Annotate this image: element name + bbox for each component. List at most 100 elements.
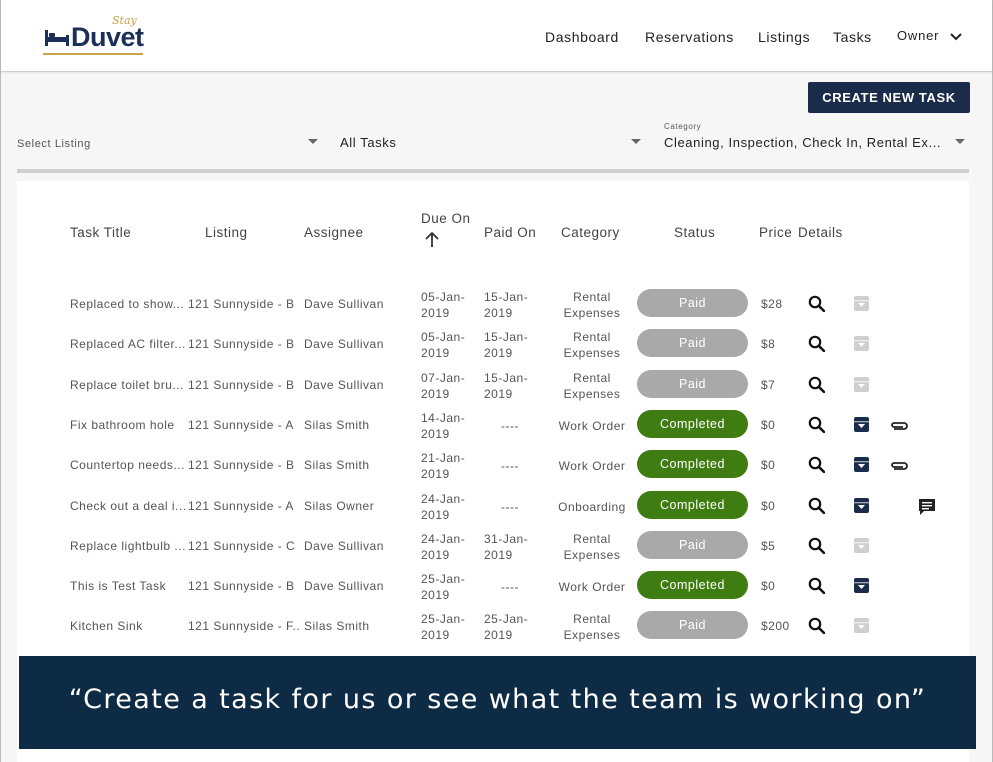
task-title[interactable]: Kitchen Sink <box>70 619 188 633</box>
paid-date-line1: 25-Jan- <box>484 612 529 627</box>
task-title[interactable]: Replaced AC filter... <box>70 337 188 351</box>
caret-down-icon <box>631 139 641 144</box>
task-title[interactable]: This is Test Task <box>70 579 188 593</box>
archive-icon[interactable] <box>853 497 870 519</box>
nav-reservations[interactable]: Reservations <box>645 29 734 45</box>
user-menu[interactable]: Owner <box>897 28 962 44</box>
paperclip-icon[interactable] <box>889 459 909 477</box>
search-icon[interactable] <box>808 335 826 357</box>
task-title[interactable]: Countertop needs... <box>70 458 188 472</box>
status-badge: Paid <box>637 611 748 640</box>
col-assignee[interactable]: Assignee <box>304 225 364 240</box>
task-listing: 121 Sunnyside - B <box>188 337 295 352</box>
search-icon[interactable] <box>808 497 826 519</box>
caret-down-icon <box>955 139 965 144</box>
col-task-title[interactable]: Task Title <box>70 225 131 240</box>
col-status[interactable]: Status <box>674 225 715 240</box>
table-row[interactable]: Replace toilet bru... 121 Sunnyside - B Da… <box>17 365 969 405</box>
table-row[interactable]: Replaced AC filter... 121 Sunnyside - B Da… <box>17 324 969 364</box>
table-row[interactable]: Countertop needs... 121 Sunnyside - B Sila… <box>17 445 969 485</box>
task-assignee: Dave Sullivan <box>304 538 384 553</box>
status-badge: Completed <box>637 450 748 479</box>
task-listing: 121 Sunnyside - B <box>188 377 295 392</box>
category-line1: Rental <box>573 612 611 627</box>
category-select[interactable]: Category Cleaning, Inspection, Check In,… <box>664 122 966 164</box>
archive-icon <box>853 376 870 398</box>
task-title[interactable]: Replaced to show... <box>70 297 188 311</box>
col-category[interactable]: Category <box>561 225 620 240</box>
due-date-line1: 21-Jan- <box>421 451 466 466</box>
nav-tasks[interactable]: Tasks <box>833 29 872 45</box>
nav-dashboard[interactable]: Dashboard <box>545 29 619 45</box>
paid-date-line2: 2019 <box>484 547 513 562</box>
paid-date-line1: 15-Jan- <box>484 330 529 345</box>
task-title[interactable]: Fix bathroom hole <box>70 418 188 432</box>
task-due-date: 21-Jan- 2019 <box>421 450 477 482</box>
logo[interactable]: Stay Duvet <box>43 14 153 60</box>
table-row[interactable]: Kitchen Sink 121 Sunnyside - F... Silas Sm… <box>17 606 969 646</box>
task-category: Work Order <box>551 579 633 595</box>
search-icon[interactable] <box>808 416 826 438</box>
search-icon[interactable] <box>808 376 826 398</box>
task-category: Rental Expenses <box>551 370 633 402</box>
task-filter-select[interactable]: All Tasks <box>340 134 642 164</box>
col-paid-on[interactable]: Paid On <box>484 225 536 240</box>
paid-date-line2: 2019 <box>484 306 513 320</box>
status-badge: Paid <box>637 329 748 358</box>
task-title[interactable]: Replace lightbulb ... <box>70 539 188 553</box>
col-price[interactable]: Price <box>759 225 792 240</box>
comment-icon[interactable] <box>918 498 936 521</box>
paid-date-line1: ---- <box>501 499 519 514</box>
table-row[interactable]: Replaced to show... 121 Sunnyside - B Dave… <box>17 284 969 324</box>
category-line2: Expenses <box>563 386 621 401</box>
archive-icon <box>853 537 870 559</box>
col-listing[interactable]: Listing <box>205 225 248 240</box>
search-icon[interactable] <box>808 617 826 639</box>
listing-select[interactable]: Select Listing <box>17 134 319 164</box>
due-date-line1: 07-Jan- <box>421 370 466 385</box>
category-line2: Expenses <box>563 547 621 562</box>
table-row[interactable]: Replace lightbulb ... 121 Sunnyside - C Da… <box>17 526 969 566</box>
search-icon[interactable] <box>808 577 826 599</box>
category-line2: Expenses <box>563 346 621 361</box>
category-line1: Rental <box>573 330 611 345</box>
table-row[interactable]: Check out a deal i... 121 Sunnyside - A Si… <box>17 486 969 526</box>
task-assignee: Dave Sullivan <box>304 337 384 352</box>
task-title[interactable]: Check out a deal i... <box>70 499 188 513</box>
category-line2: Expenses <box>563 306 621 320</box>
search-icon[interactable] <box>808 537 826 559</box>
bed-icon <box>44 28 70 53</box>
category-line2: Expenses <box>563 628 621 643</box>
caption-banner: “Create a task for us or see what the te… <box>19 656 976 749</box>
search-icon[interactable] <box>808 295 826 317</box>
task-paid-date: 15-Jan- 2019 <box>484 370 536 402</box>
create-new-task-button[interactable]: CREATE NEW TASK <box>808 82 970 113</box>
task-price: $5 <box>761 538 776 553</box>
nav-listings[interactable]: Listings <box>758 29 810 45</box>
table-row[interactable]: Fix bathroom hole 121 Sunnyside - A Silas … <box>17 405 969 445</box>
task-due-date: 25-Jan- 2019 <box>421 571 477 603</box>
due-date-line2: 2019 <box>421 467 450 482</box>
task-due-date: 07-Jan- 2019 <box>421 370 477 402</box>
task-price: $7 <box>761 377 776 392</box>
status-badge: Paid <box>637 289 748 317</box>
search-icon[interactable] <box>808 456 826 478</box>
arrow-up-icon[interactable] <box>424 231 440 253</box>
table-row[interactable]: This is Test Task 121 Sunnyside - B Dave S… <box>17 566 969 606</box>
task-title[interactable]: Replace toilet bru... <box>70 378 188 392</box>
toolbar-divider <box>17 169 969 173</box>
task-price: $0 <box>761 458 776 473</box>
status-badge: Completed <box>637 409 748 438</box>
task-assignee: Silas Owner <box>304 498 375 513</box>
category-line1: Work Order <box>558 418 626 433</box>
status-badge: Completed <box>637 490 748 519</box>
due-date-line1: 24-Jan- <box>421 531 466 546</box>
col-due-on[interactable]: Due On <box>421 211 471 226</box>
archive-icon[interactable] <box>853 456 870 478</box>
archive-icon[interactable] <box>853 416 870 438</box>
task-paid-date: 15-Jan- 2019 <box>484 289 536 321</box>
paperclip-icon[interactable] <box>889 419 909 437</box>
due-date-line1: 25-Jan- <box>421 612 466 627</box>
archive-icon[interactable] <box>853 577 870 599</box>
task-assignee: Silas Smith <box>304 417 370 432</box>
